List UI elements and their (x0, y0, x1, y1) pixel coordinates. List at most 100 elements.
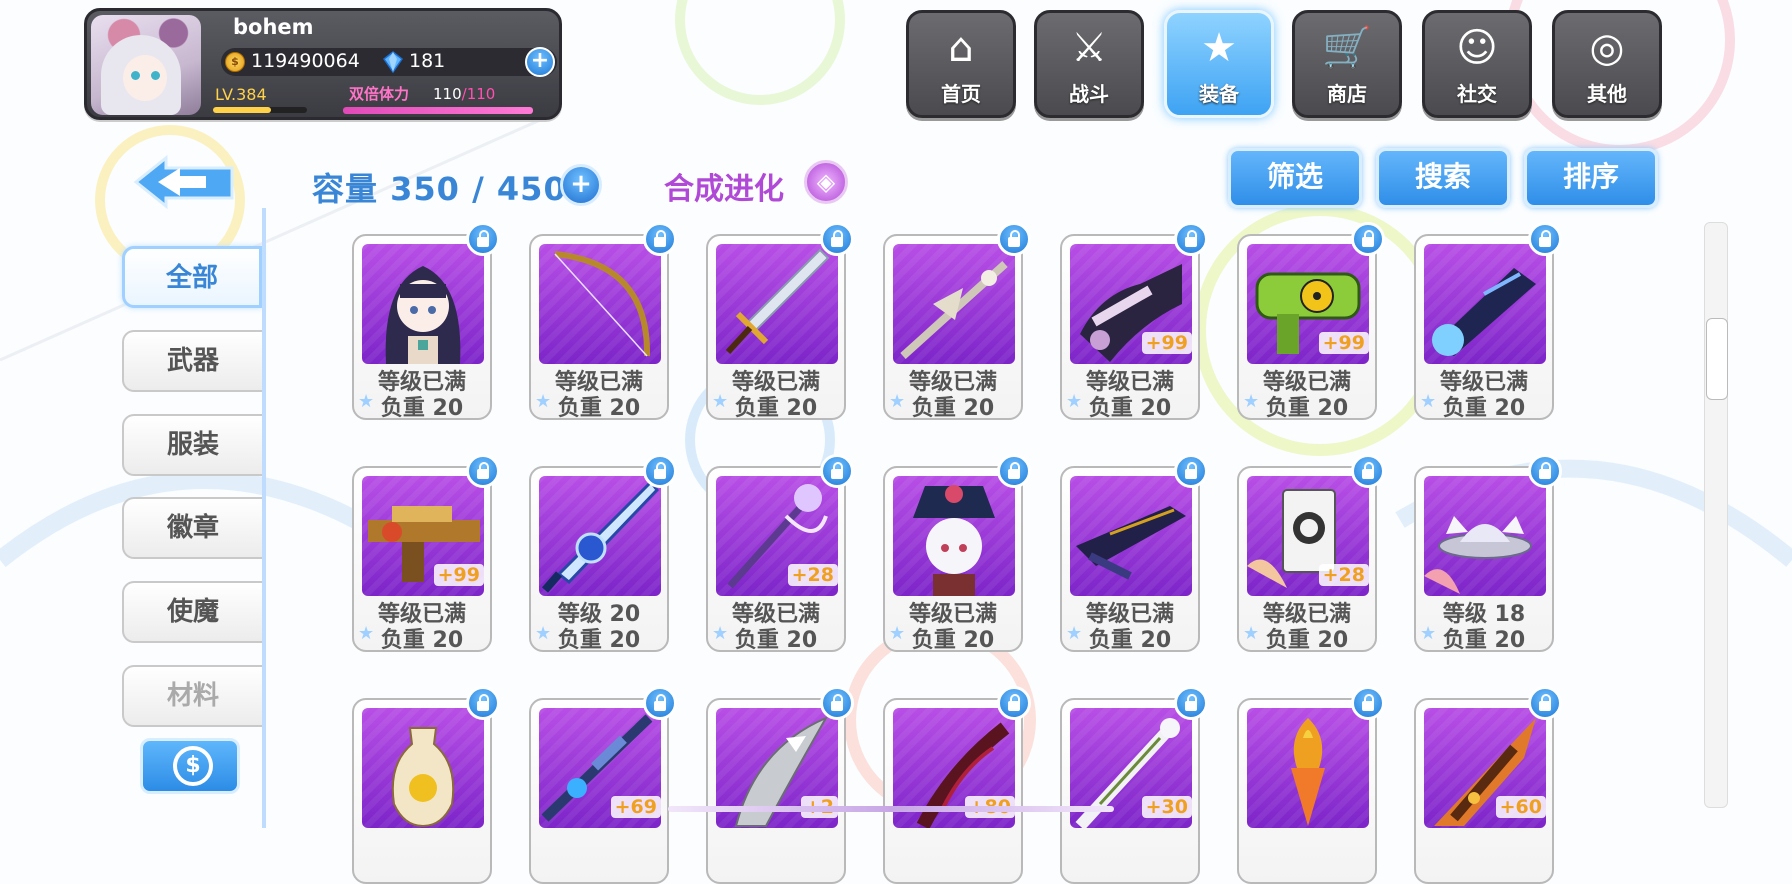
lock-icon[interactable] (1351, 222, 1385, 256)
category-tab[interactable]: 材料 (122, 665, 262, 727)
item-sword-image (716, 244, 838, 364)
scrollbar-track[interactable] (1704, 222, 1728, 808)
inventory-item-card[interactable]: +60 (1414, 686, 1562, 884)
lock-icon[interactable] (643, 222, 677, 256)
inventory-item-card[interactable]: 等级已满 负重 20 ★ (706, 222, 854, 421)
diamond-icon (383, 51, 403, 73)
nav-home-button[interactable]: ⌂ 首页 (906, 10, 1016, 118)
lock-icon[interactable] (820, 222, 854, 256)
lock-icon[interactable] (1528, 686, 1562, 720)
item-weight-text: 负重 20 (380, 396, 464, 421)
inventory-item-card[interactable]: 等级已满 负重 20 ★ (1060, 454, 1208, 653)
item-weight-text: 负重 20 (1088, 396, 1172, 421)
star-icon: ★ (1066, 391, 1083, 412)
star-icon: ★ (535, 623, 552, 644)
inventory-item-card[interactable]: 等级已满 负重 20 ★ (1414, 222, 1562, 421)
expand-capacity-button[interactable]: + (560, 164, 602, 206)
lock-icon[interactable] (997, 222, 1031, 256)
inventory-item-card[interactable]: 等级已满 负重 20 ★ (883, 222, 1031, 421)
nav-label: 其他 (1587, 82, 1627, 106)
equipment-icon: ★ (1201, 25, 1237, 71)
star-icon: ★ (1420, 391, 1437, 412)
nav-social-button[interactable]: ☺ 社交 (1422, 10, 1532, 118)
inventory-item-card[interactable]: +80 (883, 686, 1031, 884)
scrollbar-thumb[interactable] (1706, 318, 1728, 400)
lock-icon[interactable] (466, 454, 500, 488)
inventory-item-card[interactable]: 等级已满 负重 20 ★ (529, 222, 677, 421)
lock-icon[interactable] (820, 686, 854, 720)
search-button[interactable]: 搜索 (1376, 148, 1510, 208)
category-tab[interactable]: 服装 (122, 414, 262, 476)
lock-icon[interactable] (1351, 454, 1385, 488)
nav-label: 首页 (941, 82, 981, 106)
item-weight-text: 负重 20 (1088, 628, 1172, 653)
enhance-level-badge: +28 (1318, 564, 1369, 586)
item-carrot-image (1247, 708, 1369, 828)
item-ufo-cat-image (1424, 476, 1546, 596)
item-vase-image (362, 708, 484, 828)
inventory-item-card[interactable]: +99 等级已满 负重 20 ★ (1060, 222, 1208, 421)
lock-icon[interactable] (643, 454, 677, 488)
star-icon: ★ (712, 391, 729, 412)
gold-amount: 119490064 (251, 50, 360, 72)
category-tab[interactable]: 使魔 (122, 581, 262, 643)
synthesis-icon[interactable]: ◈ (804, 160, 848, 204)
lock-icon[interactable] (997, 454, 1031, 488)
other-icon: ◎ (1589, 25, 1625, 71)
nav-other-button[interactable]: ◎ 其他 (1552, 10, 1662, 118)
lock-icon[interactable] (1174, 222, 1208, 256)
inventory-item-card[interactable]: +99 等级已满 负重 20 ★ (1237, 222, 1385, 421)
inventory-item-card[interactable]: 等级已满 负重 20 ★ (352, 222, 500, 421)
sort-button[interactable]: 排序 (1524, 148, 1658, 208)
inventory-item-card[interactable]: +99 等级已满 负重 20 ★ (352, 454, 500, 653)
lock-icon[interactable] (466, 222, 500, 256)
lock-icon[interactable] (820, 454, 854, 488)
avatar[interactable] (91, 15, 201, 115)
inventory-item-card[interactable]: +28 等级已满 负重 20 ★ (1237, 454, 1385, 653)
add-currency-button[interactable]: + (525, 47, 555, 77)
inventory-item-card[interactable] (1237, 686, 1385, 884)
inventory-item-card[interactable]: +69 (529, 686, 677, 884)
star-icon: ★ (712, 623, 729, 644)
enhance-level-badge: +60 (1495, 796, 1546, 818)
item-weight-text: 负重 20 (380, 628, 464, 653)
category-tab[interactable]: 徽章 (122, 497, 262, 559)
item-lance-image (893, 244, 1015, 364)
category-tab[interactable]: 全部 (122, 246, 262, 308)
nav-shop-button[interactable]: 🛒 商店 (1292, 10, 1402, 118)
inventory-item-card[interactable] (352, 686, 500, 884)
inventory-item-card[interactable]: 等级 18 负重 20 ★ (1414, 454, 1562, 653)
lock-icon[interactable] (643, 686, 677, 720)
lock-icon[interactable] (1528, 454, 1562, 488)
currency-bar: $ 119490064 181 (221, 48, 557, 76)
nav-battle-button[interactable]: ⚔ 战斗 (1034, 10, 1144, 118)
inventory-item-card[interactable]: +28 等级已满 负重 20 ★ (706, 454, 854, 653)
item-bow-image (539, 244, 661, 364)
lock-icon[interactable] (1174, 686, 1208, 720)
synthesis-evolution-label[interactable]: 合成进化 (664, 164, 784, 208)
inventory-item-card[interactable]: 等级 20 负重 20 ★ (529, 454, 677, 653)
lock-icon[interactable] (466, 686, 500, 720)
inventory-item-card[interactable]: 等级已满 负重 20 ★ (883, 454, 1031, 653)
gem-amount: 181 (409, 50, 446, 72)
lock-icon[interactable] (1351, 686, 1385, 720)
star-icon: ★ (358, 623, 375, 644)
filter-button[interactable]: 筛选 (1228, 148, 1362, 208)
lock-icon[interactable] (1528, 222, 1562, 256)
item-weight-text: 负重 20 (557, 396, 641, 421)
back-button[interactable] (132, 154, 238, 210)
star-icon: ★ (889, 391, 906, 412)
item-weight-text: 负重 20 (911, 396, 995, 421)
lock-icon[interactable] (1174, 454, 1208, 488)
category-tab[interactable]: 武器 (122, 330, 262, 392)
enhance-level-badge: +99 (1318, 332, 1369, 354)
lock-icon[interactable] (997, 686, 1031, 720)
enhance-level-badge: +28 (787, 564, 838, 586)
star-icon: ★ (1243, 623, 1260, 644)
inventory-item-card[interactable]: +2 (706, 686, 854, 884)
sell-button[interactable]: $ (140, 738, 240, 794)
enhance-level-badge: +99 (1141, 332, 1192, 354)
nav-equipment-button[interactable]: ★ 装备 (1164, 10, 1274, 118)
inventory-item-card[interactable]: +30 (1060, 686, 1208, 884)
player-profile-panel[interactable]: bohem $ 119490064 181 + LV.384 双倍体力 110/… (84, 8, 562, 120)
